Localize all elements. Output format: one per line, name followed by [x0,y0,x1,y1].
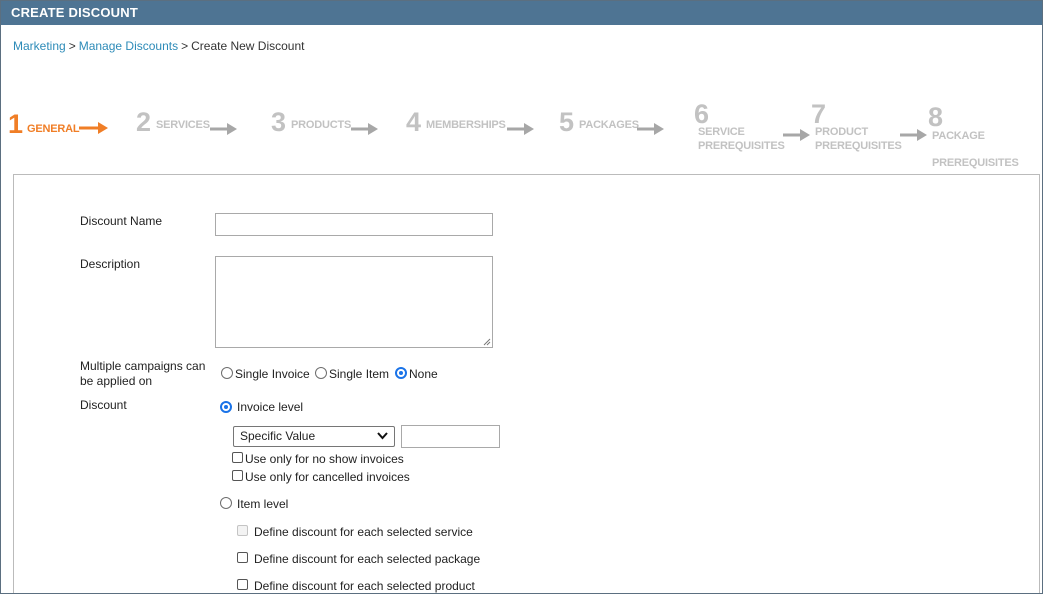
step-label: GENERAL [27,123,80,135]
arrow-right-icon [507,123,534,135]
step-label: PRODUCT [815,126,868,138]
step-label: PREREQUISITES [698,140,785,152]
form-panel: Discount Name Description Multiple campa… [13,174,1040,593]
none-label[interactable]: None [409,367,438,382]
invoice-level-radio[interactable] [220,401,232,413]
cancelled-label[interactable]: Use only for cancelled invoices [245,470,410,485]
step-label: SERVICES [156,119,210,131]
step-number: 4 [406,107,422,137]
step-number: 6 [694,99,710,129]
step-label: PACKAGE [932,130,985,142]
multiple-campaigns-label: Multiple campaigns can [80,359,206,373]
single-invoice-label[interactable]: Single Invoice [235,367,310,382]
breadcrumb-separator: > [68,39,76,53]
step-number: 3 [271,107,287,137]
step-number: 2 [136,107,152,137]
step-label: SERVICE [698,126,745,138]
resize-grip-icon[interactable] [483,338,491,346]
breadcrumb-separator: > [181,39,189,53]
value-type-select[interactable]: Specific Value [233,426,395,447]
breadcrumb: Marketing > Manage Discounts > Create New Di… [13,39,305,53]
breadcrumb-current: Create New Discount [191,39,305,53]
none-radio[interactable] [395,367,407,379]
arrow-right-icon [637,123,664,135]
breadcrumb-manage-discounts-link[interactable]: Manage Discounts [79,39,178,53]
item-level-radio[interactable] [220,497,232,509]
step-label: PRODUCTS [291,119,352,131]
step-label: PACKAGES [579,119,639,131]
arrow-right-icon [900,129,927,141]
each-package-checkbox[interactable] [237,552,248,563]
single-invoice-radio[interactable] [221,367,233,379]
page-header: CREATE DISCOUNT [1,1,1042,25]
value-amount-input[interactable] [401,425,500,448]
discount-name-label: Discount Name [80,214,163,228]
arrow-right-icon [79,122,108,134]
each-package-label[interactable]: Define discount for each selected packag… [254,552,480,567]
no-show-label[interactable]: Use only for no show invoices [245,452,404,467]
invoice-level-label[interactable]: Invoice level [237,400,303,415]
multiple-campaigns-label: be applied on [80,374,153,388]
no-show-checkbox[interactable] [232,452,243,463]
value-type-selected: Specific Value [240,429,316,443]
discount-name-input[interactable] [215,213,493,236]
step-number: 7 [811,99,827,129]
breadcrumb-marketing-link[interactable]: Marketing [13,39,66,53]
description-textarea[interactable] [215,256,493,348]
each-service-checkbox[interactable] [237,525,248,536]
single-item-label[interactable]: Single Item [329,367,389,382]
step-number: 8 [928,102,944,132]
step-label: MEMBERSHIPS [426,119,506,131]
arrow-right-icon [351,123,378,135]
chevron-down-icon [377,432,388,440]
description-label: Description [80,257,141,271]
cancelled-checkbox[interactable] [232,470,243,481]
step-number: 1 [8,109,24,139]
step-label: PREREQUISITES [815,140,902,152]
create-discount-window: CREATE DISCOUNT Marketing > Manage Discoun… [0,0,1043,594]
step-number: 5 [559,107,575,137]
each-service-label: Define discount for each selected servic… [254,525,473,539]
page-title: CREATE DISCOUNT [11,5,138,20]
step-label: PREREQUISITES [932,157,1019,169]
arrow-right-icon [783,129,810,141]
each-product-checkbox[interactable] [237,579,248,590]
each-product-label[interactable]: Define discount for each selected produc… [254,579,475,593]
item-level-label[interactable]: Item level [237,497,288,512]
arrow-right-icon [210,123,237,135]
discount-label: Discount [80,398,127,412]
single-item-radio[interactable] [315,367,327,379]
